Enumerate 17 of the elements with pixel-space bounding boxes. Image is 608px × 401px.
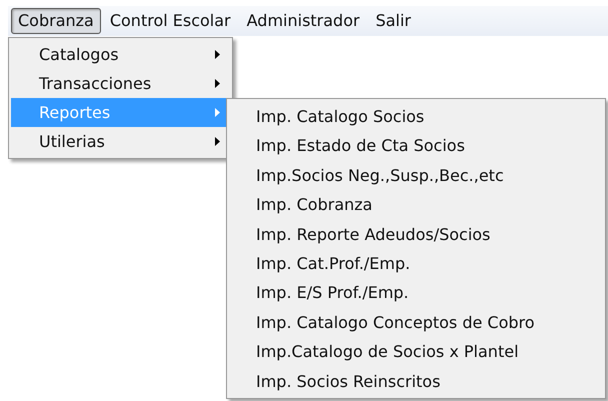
menu-item[interactable]: Imp. Reporte Adeudos/Socios (229, 220, 603, 249)
menu-item[interactable]: Imp. Cat.Prof./Emp. (229, 248, 603, 278)
menu-item[interactable]: Transacciones (11, 69, 230, 98)
menu-item[interactable]: Imp.Socios Neg.,Susp.,Bec.,etc (229, 160, 603, 190)
menu-bar-item[interactable]: Salir (368, 8, 418, 34)
menu-item[interactable]: Imp. Cobranza (229, 190, 603, 220)
menu-item[interactable]: Imp. Estado de Cta Socios (229, 131, 603, 161)
menu-item[interactable]: Catalogos (11, 40, 230, 69)
menu-bar-item[interactable]: Control Escolar (102, 8, 238, 34)
menu-item[interactable]: Imp. Catalogo Conceptos de Cobro (229, 308, 603, 338)
menu-item[interactable]: Imp. Socios Reinscritos (229, 366, 603, 396)
menu-item[interactable]: Imp. E/S Prof./Emp. (229, 278, 603, 308)
menu-bar-item[interactable]: Administrador (240, 8, 367, 34)
menu-item[interactable]: Utilerias (11, 127, 230, 156)
menu-bar-item[interactable]: Cobranza (11, 8, 101, 34)
menu-item[interactable]: Imp. Catalogo Socios (229, 102, 603, 132)
menu-item[interactable]: Imp.Catalogo de Socios x Plantel (229, 337, 603, 367)
